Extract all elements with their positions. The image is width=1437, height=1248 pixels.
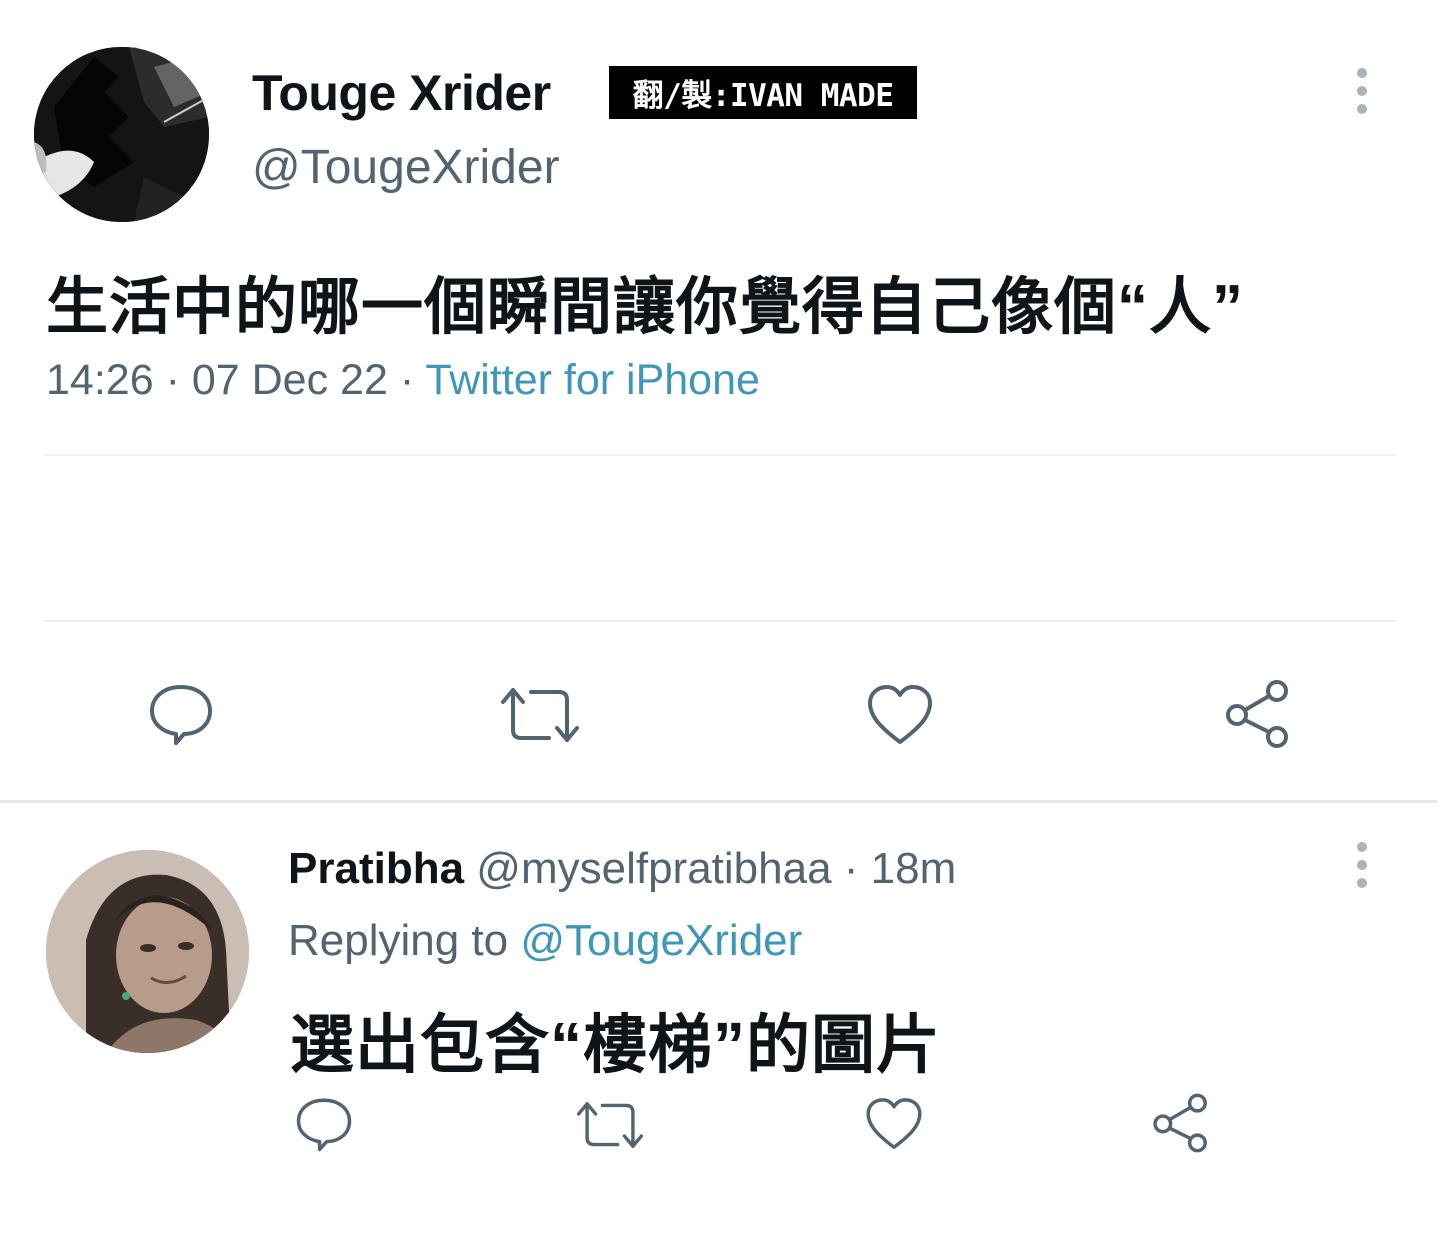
tweet-date[interactable]: 07 Dec 22 (192, 356, 388, 404)
reply-handle[interactable]: @myselfpratibhaa (476, 844, 831, 893)
reply-icon (150, 685, 212, 745)
more-icon[interactable] (1355, 68, 1369, 114)
tweet-time[interactable]: 14:26 (46, 356, 154, 404)
replying-to: Replying to @TougeXrider (288, 916, 802, 966)
retweet-icon (576, 1102, 644, 1148)
handle[interactable]: @TougeXrider (252, 140, 560, 195)
reply-age[interactable]: 18m (871, 844, 957, 893)
reply-text: 選出包含“樓梯”的圖片 (290, 1009, 941, 1081)
replying-mention[interactable]: @TougeXrider (520, 916, 802, 965)
replying-prefix: Replying to (288, 916, 509, 965)
tweet-source[interactable]: Twitter for iPhone (425, 356, 760, 404)
tweet-separator (0, 800, 1437, 803)
meta-separator: · (165, 356, 180, 404)
header-separator: · (843, 844, 859, 893)
heart-icon (866, 1098, 922, 1149)
tweet-text: 生活中的哪一個瞬間讓你覺得自己像個“人” (46, 273, 1245, 342)
retweet-icon (501, 688, 579, 742)
tweet-meta: 14:26 · 07 Dec 22 · Twitter for iPhone (46, 356, 760, 405)
reply-header: Pratibha @myselfpratibhaa · 18m (288, 844, 956, 894)
share-icon (1226, 680, 1288, 748)
share-icon (1153, 1093, 1207, 1153)
reply-like-button[interactable] (862, 1094, 926, 1154)
credit-badge: 翻/製:IVAN MADE (609, 66, 917, 119)
meta-separator: · (399, 356, 415, 404)
reply-avatar[interactable] (46, 850, 249, 1053)
reply-share-button[interactable] (1148, 1090, 1214, 1156)
heart-icon (868, 685, 932, 744)
reply-button[interactable] (142, 678, 220, 750)
divider (44, 454, 1396, 456)
like-button[interactable] (862, 680, 938, 750)
retweet-button[interactable] (496, 680, 584, 750)
reply-more-icon[interactable] (1355, 842, 1369, 888)
reply-reply-button[interactable] (292, 1094, 356, 1154)
avatar[interactable] (34, 47, 209, 222)
reply-retweet-button[interactable] (572, 1096, 648, 1154)
divider (44, 620, 1396, 622)
display-name[interactable]: Touge Xrider (252, 64, 551, 122)
reply-icon (296, 1098, 352, 1152)
share-button[interactable] (1220, 676, 1296, 752)
reply-display-name[interactable]: Pratibha (288, 844, 464, 893)
